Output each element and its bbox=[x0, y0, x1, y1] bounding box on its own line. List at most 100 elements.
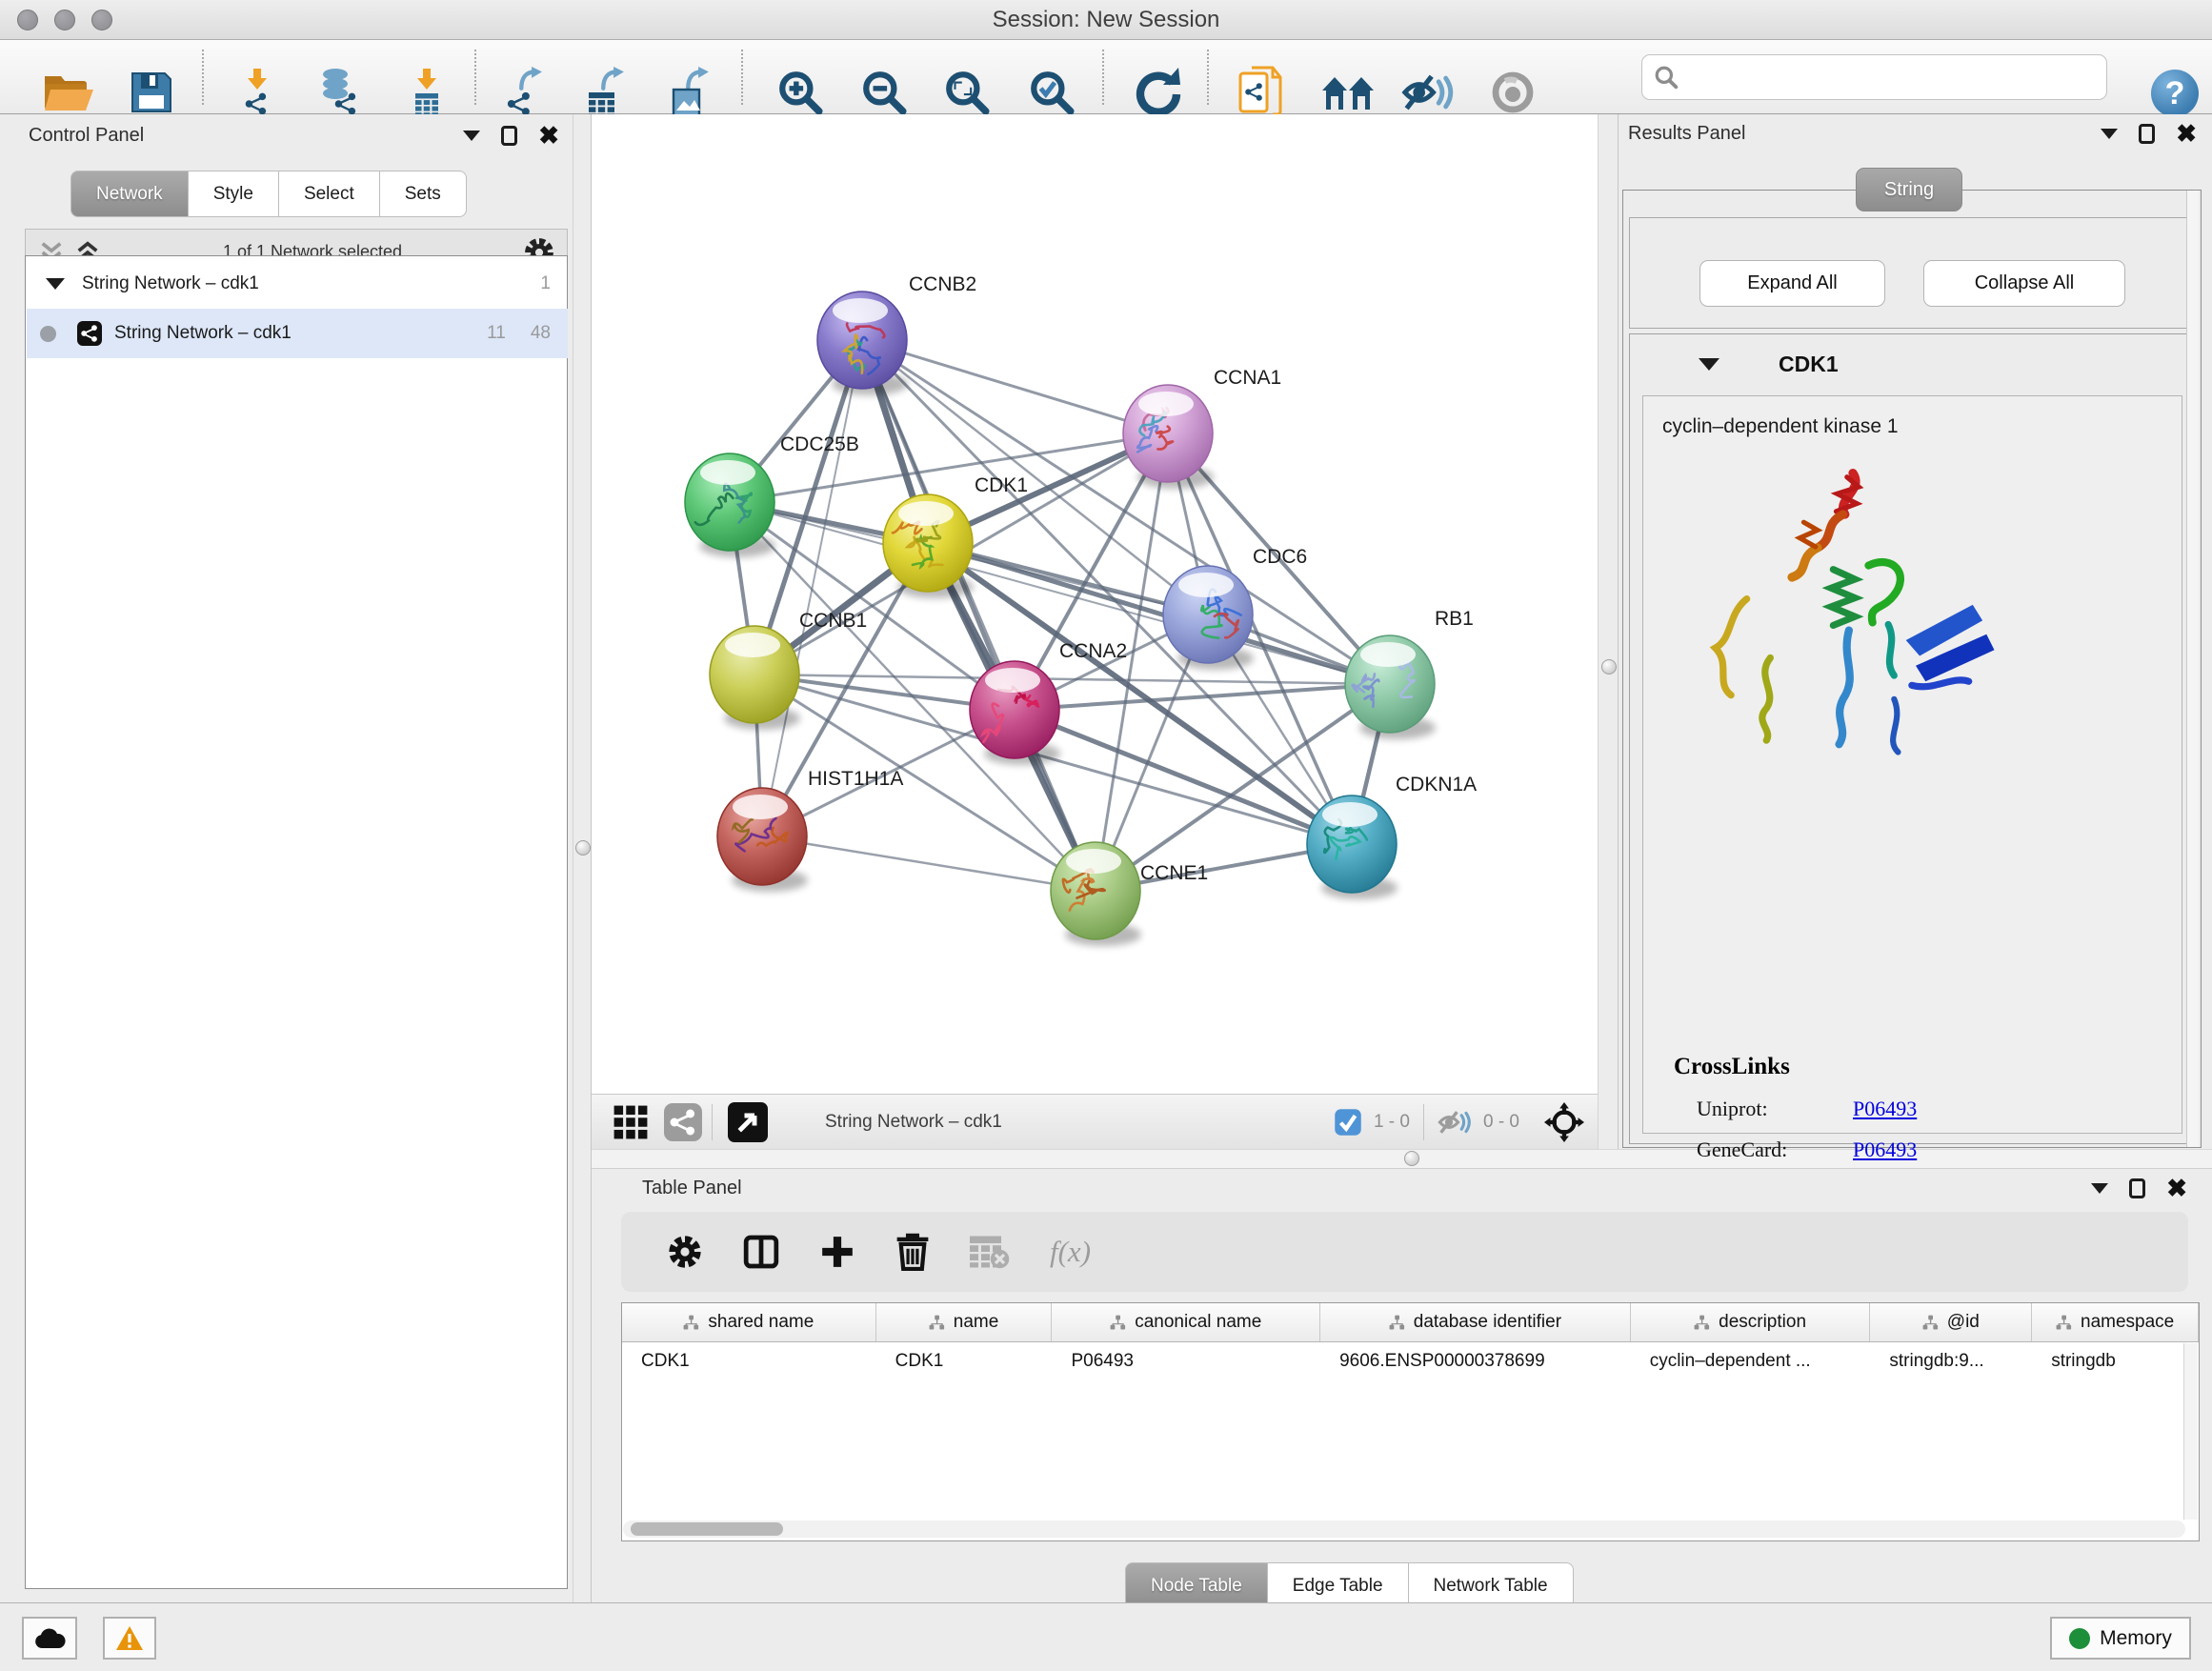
collapse-all-button[interactable]: Collapse All bbox=[1923, 260, 2125, 307]
import-network-database-icon[interactable] bbox=[316, 68, 362, 117]
table-cell[interactable]: CDK1 bbox=[622, 1351, 876, 1372]
network-view-title: String Network – cdk1 bbox=[825, 1112, 1002, 1133]
horizontal-divider-handle[interactable] bbox=[1404, 1151, 1419, 1166]
export-network-icon[interactable] bbox=[503, 67, 547, 118]
tree-icon bbox=[683, 1315, 699, 1331]
table-cell[interactable]: CDK1 bbox=[876, 1351, 1053, 1372]
table-row[interactable]: CDK1CDK1P064939606.ENSP00000378699cyclin… bbox=[622, 1342, 2199, 1380]
panel-menu-icon[interactable] bbox=[2091, 1183, 2108, 1194]
crosslink-link[interactable]: P06493 bbox=[1853, 1137, 1917, 1162]
zoom-in-icon[interactable] bbox=[776, 69, 824, 116]
table-cell[interactable]: P06493 bbox=[1052, 1351, 1320, 1372]
expand-collapse-bar: Expand All Collapse All bbox=[1629, 217, 2195, 329]
network-row-selected[interactable]: String Network – cdk1 11 48 bbox=[27, 309, 568, 358]
table-cell[interactable]: stringdb:9... bbox=[1870, 1351, 2032, 1372]
table-panel: Table Panel ✖ f(x) bbox=[592, 1169, 2212, 1602]
network-view-share-icon[interactable] bbox=[664, 1103, 702, 1141]
string-network-icon bbox=[77, 321, 102, 346]
expand-all-button[interactable]: Expand All bbox=[1699, 260, 1885, 307]
node-label-CDKN1A: CDKN1A bbox=[1396, 774, 1477, 795]
toolbar-separator bbox=[1102, 50, 1104, 105]
right-divider-handle[interactable] bbox=[1601, 659, 1617, 674]
refresh-icon[interactable] bbox=[1133, 68, 1182, 117]
zoom-selected-icon[interactable] bbox=[1028, 69, 1076, 116]
panel-close-icon[interactable]: ✖ bbox=[2176, 124, 2197, 143]
node-label-HIST1H1A: HIST1H1A bbox=[808, 768, 903, 790]
main-toolbar: ? bbox=[0, 40, 2212, 114]
crosslink-label: Uniprot: bbox=[1674, 1097, 1853, 1121]
warnings-button[interactable] bbox=[103, 1617, 156, 1660]
help-button[interactable]: ? bbox=[2151, 70, 2199, 117]
panel-menu-icon[interactable] bbox=[463, 131, 480, 141]
hide-selected-icon[interactable] bbox=[1401, 70, 1455, 114]
network-canvas[interactable]: CCNB2CCNA1CDC25BCDK1CDC6RB1CCNB1CCNA2CDK… bbox=[592, 114, 1598, 1094]
collapse-triangle-icon[interactable] bbox=[1699, 358, 1719, 371]
table-cell[interactable]: 9606.ENSP00000378699 bbox=[1320, 1351, 1631, 1372]
panel-float-icon[interactable] bbox=[501, 126, 517, 146]
table-panel-title: Table Panel bbox=[642, 1178, 742, 1199]
results-scrollbar[interactable] bbox=[2186, 191, 2199, 1147]
crosslink-link[interactable]: P06493 bbox=[1853, 1097, 1917, 1121]
tab-style[interactable]: Style bbox=[189, 171, 279, 217]
column-header-database-identifier[interactable]: database identifier bbox=[1320, 1303, 1631, 1341]
tab-string[interactable]: String bbox=[1856, 168, 1962, 211]
select-columns-icon[interactable] bbox=[743, 1234, 779, 1270]
window-title: Session: New Session bbox=[0, 7, 2212, 33]
export-table-icon[interactable] bbox=[585, 67, 629, 118]
node-label-CCNA2: CCNA2 bbox=[1059, 640, 1127, 662]
table-cell[interactable]: cyclin–dependent ... bbox=[1631, 1351, 1871, 1372]
network-collection-row[interactable]: String Network – cdk1 1 bbox=[27, 259, 568, 309]
node-label-RB1: RB1 bbox=[1435, 608, 1474, 630]
search-input[interactable] bbox=[1641, 54, 2107, 100]
column-header-description[interactable]: description bbox=[1631, 1303, 1871, 1341]
delete-column-icon[interactable] bbox=[895, 1233, 930, 1271]
node-label-CDK1: CDK1 bbox=[975, 474, 1028, 496]
open-session-icon[interactable] bbox=[42, 70, 95, 114]
column-header-namespace[interactable]: namespace bbox=[2032, 1303, 2199, 1341]
save-session-icon[interactable] bbox=[130, 70, 173, 114]
import-network-file-icon[interactable] bbox=[236, 68, 278, 117]
tab-select[interactable]: Select bbox=[279, 171, 380, 217]
network-nodes[interactable] bbox=[685, 292, 1436, 946]
export-image-icon[interactable] bbox=[670, 67, 714, 118]
tab-network[interactable]: Network bbox=[70, 171, 189, 217]
panel-close-icon[interactable]: ✖ bbox=[538, 126, 559, 145]
tree-icon bbox=[1389, 1315, 1405, 1331]
memory-button[interactable]: Memory bbox=[2050, 1617, 2191, 1660]
panel-float-icon[interactable] bbox=[2139, 124, 2155, 144]
panel-close-icon[interactable]: ✖ bbox=[2166, 1178, 2187, 1198]
homes-icon[interactable] bbox=[1320, 71, 1376, 113]
cloud-button[interactable] bbox=[22, 1617, 77, 1660]
table-horizontal-scrollbar[interactable] bbox=[623, 1520, 2185, 1538]
left-panel-divider[interactable] bbox=[573, 114, 592, 1602]
selected-checkbox-icon[interactable] bbox=[1334, 1108, 1362, 1137]
column-header-name[interactable]: name bbox=[876, 1303, 1053, 1341]
zoom-fit-icon[interactable] bbox=[943, 69, 991, 116]
column-header-canonical-name[interactable]: canonical name bbox=[1052, 1303, 1320, 1341]
delete-table-icon[interactable] bbox=[970, 1235, 1010, 1269]
node-count: 11 bbox=[487, 323, 506, 344]
function-builder-icon[interactable]: f(x) bbox=[1050, 1235, 1091, 1269]
birdseye-view-icon[interactable] bbox=[728, 1102, 768, 1142]
node-label-CCNB2: CCNB2 bbox=[909, 273, 976, 295]
tab-sets[interactable]: Sets bbox=[380, 171, 467, 217]
collapse-triangle-icon[interactable] bbox=[46, 278, 65, 290]
hidden-eye-icon[interactable] bbox=[1438, 1108, 1472, 1137]
network-from-file-icon[interactable] bbox=[1238, 66, 1282, 119]
import-table-icon[interactable] bbox=[408, 68, 446, 117]
show-all-icon[interactable] bbox=[1490, 70, 1536, 115]
table-vertical-scrollbar[interactable] bbox=[2183, 1343, 2198, 1520]
table-settings-gear-icon[interactable] bbox=[667, 1234, 703, 1270]
table-cell[interactable]: stringdb bbox=[2032, 1351, 2199, 1372]
add-column-icon[interactable] bbox=[819, 1234, 855, 1270]
right-panel-divider[interactable] bbox=[1598, 114, 1619, 1149]
left-divider-handle[interactable] bbox=[575, 840, 591, 856]
column-header-@id[interactable]: @id bbox=[1870, 1303, 2032, 1341]
panel-float-icon[interactable] bbox=[2129, 1178, 2145, 1198]
grid-view-icon[interactable] bbox=[613, 1104, 649, 1140]
column-header-shared-name[interactable]: shared name bbox=[622, 1303, 876, 1341]
zoom-out-icon[interactable] bbox=[860, 69, 908, 116]
fit-selected-crosshair-icon[interactable] bbox=[1544, 1102, 1584, 1142]
panel-menu-icon[interactable] bbox=[2101, 129, 2118, 139]
node-details-header[interactable]: CDK1 bbox=[1630, 334, 2194, 393]
